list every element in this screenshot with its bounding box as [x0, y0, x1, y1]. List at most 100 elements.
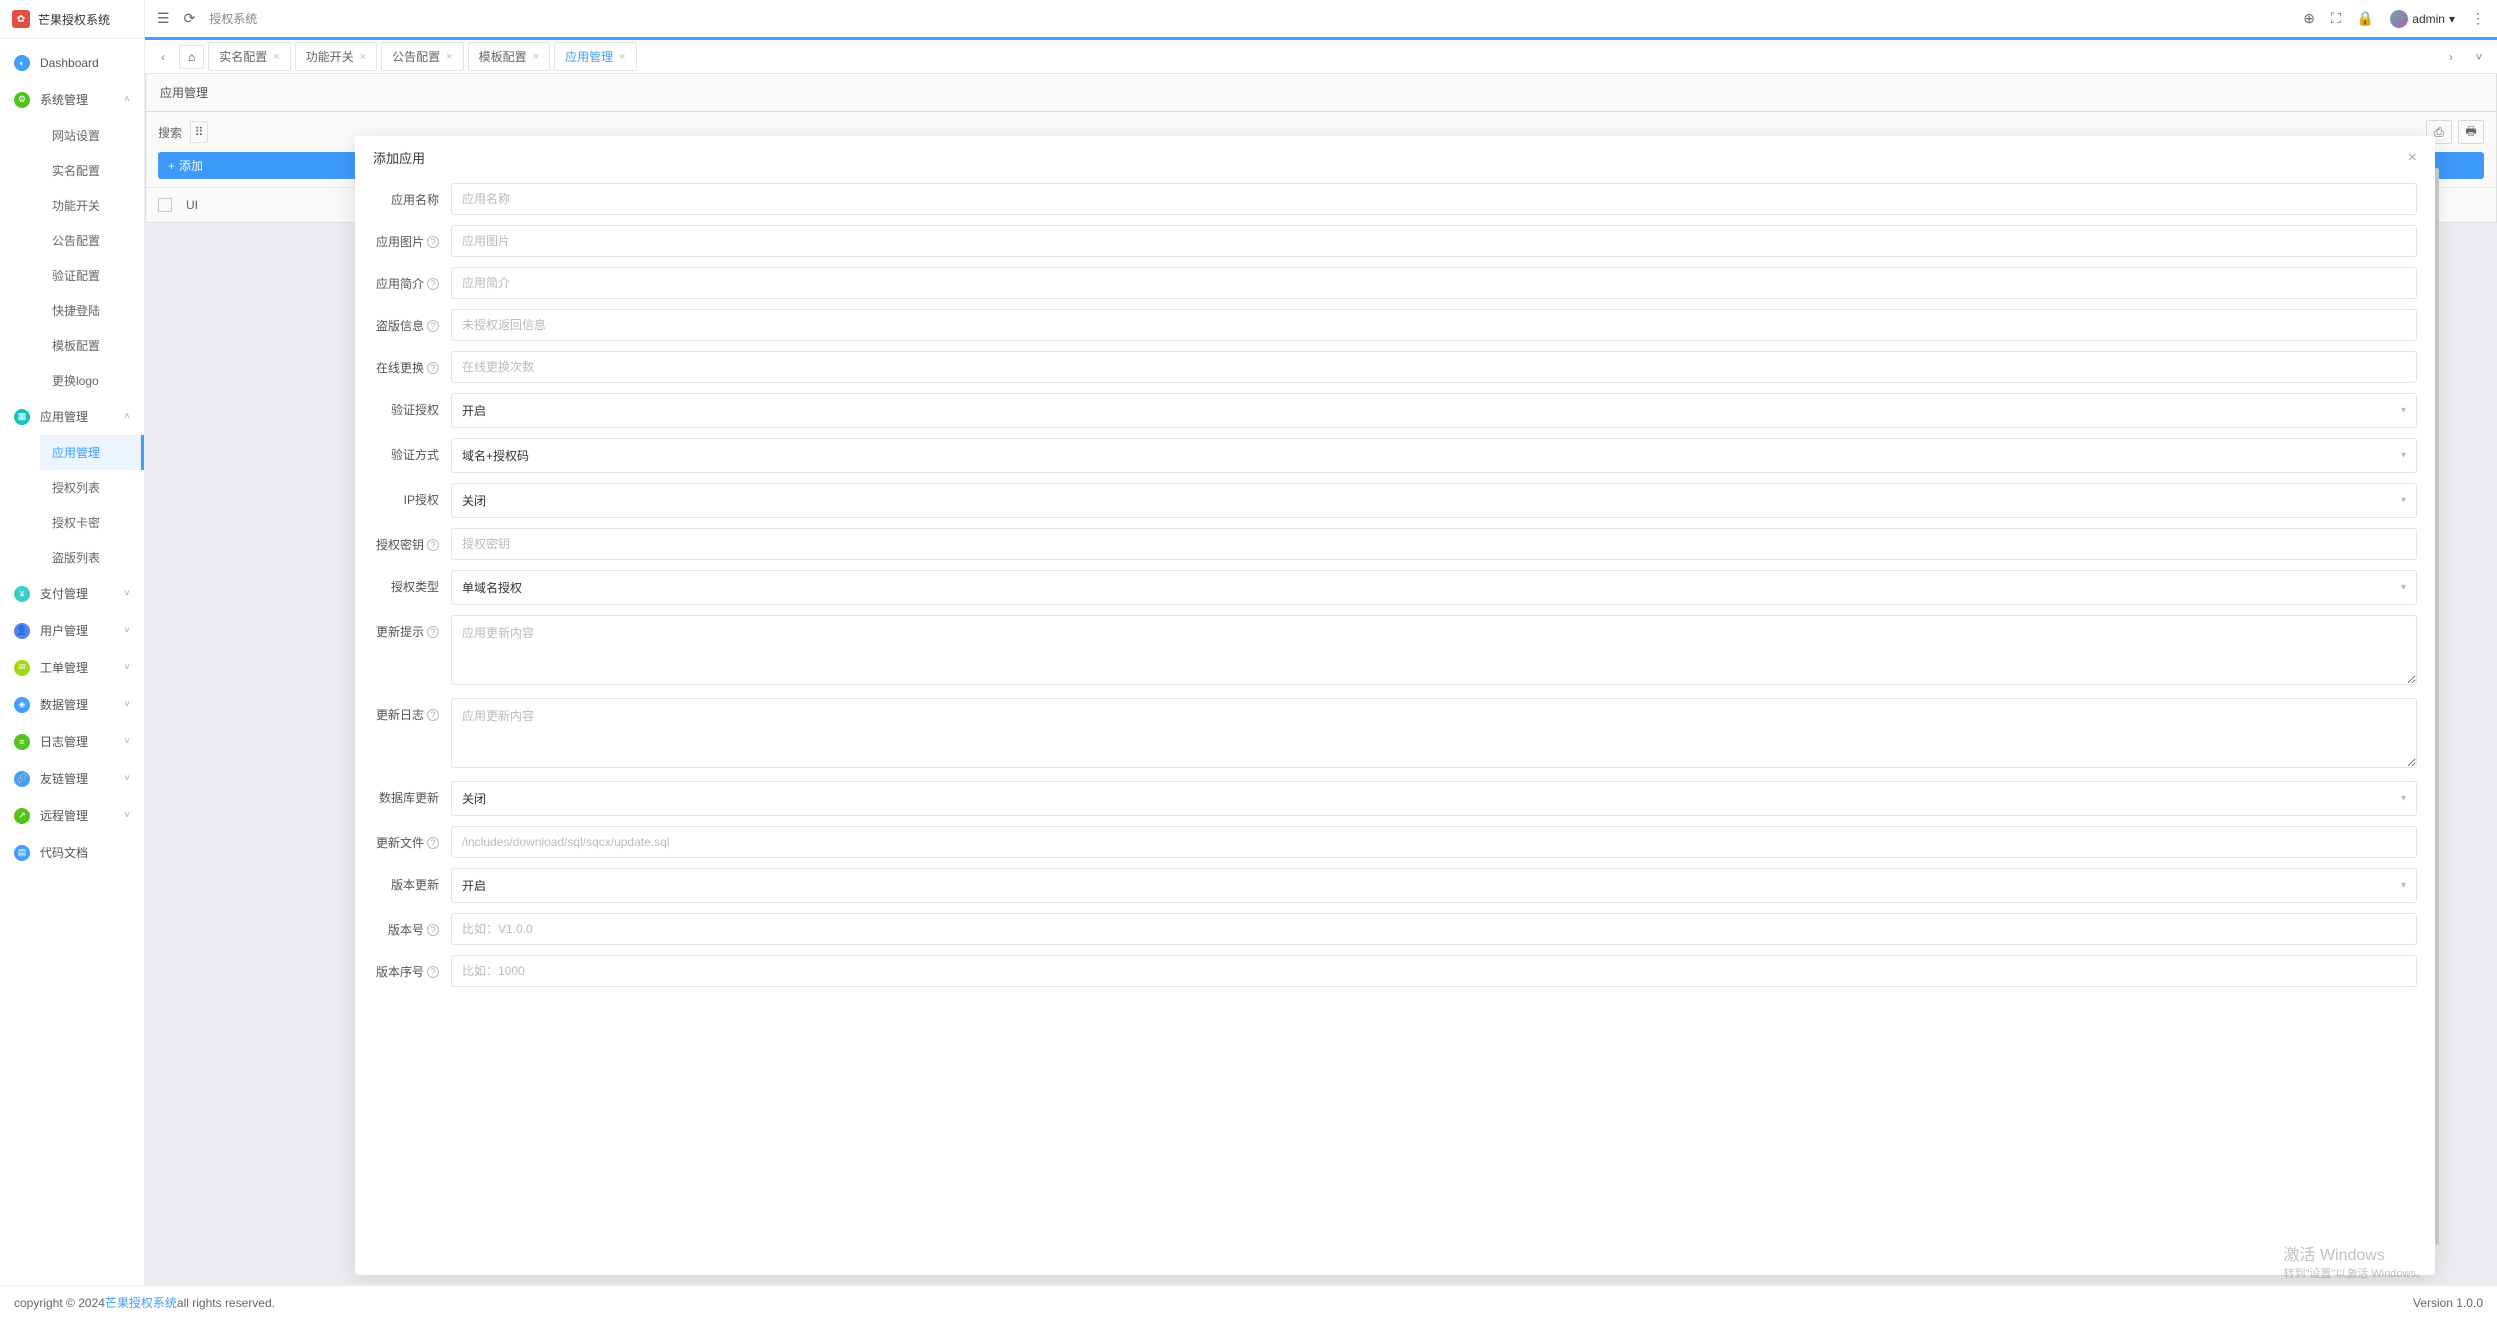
nav-realname[interactable]: 实名配置 [40, 153, 144, 188]
nav-piracy-list[interactable]: 盗版列表 [40, 540, 144, 575]
tab-realname[interactable]: 实名配置× [208, 42, 290, 71]
nav-system[interactable]: ⚙ 系统管理 ˄ [0, 81, 144, 118]
ver-update-select[interactable]: 开启▾ [451, 868, 2417, 903]
db-update-select[interactable]: 关闭▾ [451, 781, 2417, 816]
piracy-input[interactable] [451, 309, 2417, 341]
app-img-input[interactable] [451, 225, 2417, 257]
help-icon[interactable]: ? [427, 236, 439, 248]
auth-type-select[interactable]: 单域名授权▾ [451, 570, 2417, 605]
nav-license-card[interactable]: 授权卡密 [40, 505, 144, 540]
nav-verify-config[interactable]: 验证配置 [40, 258, 144, 293]
tabs-bar: ‹ ⌂ 实名配置× 功能开关× 公告配置× 模板配置× 应用管理× › ˅ [145, 40, 2497, 74]
tabs-next[interactable]: › [2439, 45, 2463, 69]
nav-app-manage[interactable]: 应用管理 [40, 435, 144, 470]
close-icon[interactable]: × [360, 51, 366, 63]
nav-docs[interactable]: ▤代码文档 [0, 834, 144, 871]
update-tip-textarea[interactable] [451, 615, 2417, 685]
nav-feature-switch[interactable]: 功能开关 [40, 188, 144, 223]
page-body: 应用管理 搜索 ⠿ ⎙ 🖶 +添加 UI [145, 74, 2497, 1285]
tabs-prev[interactable]: ‹ [151, 45, 175, 69]
fullscreen-icon[interactable]: ⛶ [2331, 10, 2341, 27]
help-icon[interactable]: ? [427, 924, 439, 936]
logo: ✿ 芒果授权系统 [0, 0, 144, 39]
nav-pay[interactable]: ¥支付管理˅ [0, 575, 144, 612]
refresh-icon[interactable]: ⟳ [184, 10, 196, 27]
help-icon[interactable]: ? [427, 966, 439, 978]
app-title: 芒果授权系统 [38, 11, 110, 28]
nav-license-list[interactable]: 授权列表 [40, 470, 144, 505]
chevron-down-icon: ˅ [124, 699, 130, 710]
globe-icon[interactable]: ⊕ [2303, 10, 2315, 27]
verify-mode-select[interactable]: 域名+授权码▾ [451, 438, 2417, 473]
help-icon[interactable]: ? [427, 709, 439, 721]
help-icon[interactable]: ? [427, 626, 439, 638]
online-swap-input[interactable] [451, 351, 2417, 383]
logo-icon: ✿ [12, 10, 30, 28]
chevron-up-icon: ˄ [124, 94, 130, 105]
update-log-textarea[interactable] [451, 698, 2417, 768]
auth-key-input[interactable] [451, 528, 2417, 560]
close-icon[interactable]: × [619, 51, 625, 63]
footer-link[interactable]: 芒果授权系统 [105, 1294, 177, 1311]
log-icon: ≡ [14, 734, 30, 750]
close-icon[interactable]: × [446, 51, 452, 63]
verify-auth-select[interactable]: 开启▾ [451, 393, 2417, 428]
nav-ticket[interactable]: ✉工单管理˅ [0, 649, 144, 686]
tabs-menu[interactable]: ˅ [2467, 45, 2491, 69]
tab-template[interactable]: 模板配置× [468, 42, 550, 71]
link-icon: 🔗 [14, 771, 30, 787]
doc-icon: ▤ [14, 845, 30, 861]
close-icon[interactable]: × [533, 51, 539, 63]
nav-user[interactable]: 👤用户管理˅ [0, 612, 144, 649]
remote-icon: ↗ [14, 808, 30, 824]
nav-logo[interactable]: 更换logo [40, 363, 144, 398]
close-icon[interactable]: × [273, 51, 279, 63]
gear-icon: ⚙ [14, 92, 30, 108]
help-icon[interactable]: ? [427, 539, 439, 551]
user-menu[interactable]: admin ▾ [2390, 10, 2455, 28]
avatar [2390, 10, 2408, 28]
ver-no-input[interactable] [451, 913, 2417, 945]
more-icon[interactable]: ⋮ [2471, 10, 2485, 27]
help-icon[interactable]: ? [427, 362, 439, 374]
tab-notice[interactable]: 公告配置× [381, 42, 463, 71]
ticket-icon: ✉ [14, 660, 30, 676]
nav-site-settings[interactable]: 网站设置 [40, 118, 144, 153]
nav-template[interactable]: 模板配置 [40, 328, 144, 363]
help-icon[interactable]: ? [427, 320, 439, 332]
nav-links[interactable]: 🔗友链管理˅ [0, 760, 144, 797]
chevron-up-icon: ˄ [124, 411, 130, 422]
modal-add-app: 添加应用 × 应用名称 应用图片? 应用简介? 盗版信息? 在线更换? 验证授权… [355, 136, 2435, 1275]
nav-remote[interactable]: ↗远程管理˅ [0, 797, 144, 834]
breadcrumb: 授权系统 [209, 10, 257, 27]
nav: ◐ Dashboard ⚙ 系统管理 ˄ 网站设置 实名配置 功能开关 公告配置… [0, 39, 144, 1285]
version: Version 1.0.0 [2413, 1296, 2483, 1310]
caret-down-icon: ▾ [2401, 880, 2406, 891]
sidebar: ✿ 芒果授权系统 ◐ Dashboard ⚙ 系统管理 ˄ 网站设置 实名配置 … [0, 0, 145, 1285]
tab-feature[interactable]: 功能开关× [295, 42, 377, 71]
tab-app-manage[interactable]: 应用管理× [554, 42, 636, 71]
lock-icon[interactable]: 🔒 [2357, 10, 2374, 27]
topbar: ☰ ⟳ 授权系统 ⊕ ⛶ 🔒 admin ▾ ⋮ [145, 0, 2497, 40]
caret-down-icon: ▾ [2401, 405, 2406, 416]
tab-home[interactable]: ⌂ [179, 45, 204, 69]
nav-log[interactable]: ≡日志管理˅ [0, 723, 144, 760]
help-icon[interactable]: ? [427, 278, 439, 290]
nav-quick-login[interactable]: 快捷登陆 [40, 293, 144, 328]
ver-seq-input[interactable] [451, 955, 2417, 987]
scrollbar[interactable] [2435, 168, 2439, 1245]
nav-dashboard[interactable]: ◐ Dashboard [0, 45, 144, 81]
close-icon[interactable]: × [2408, 149, 2417, 167]
nav-data[interactable]: ◈数据管理˅ [0, 686, 144, 723]
nav-notice[interactable]: 公告配置 [40, 223, 144, 258]
help-icon[interactable]: ? [427, 837, 439, 849]
app-name-input[interactable] [451, 183, 2417, 215]
chevron-down-icon: ˅ [124, 773, 130, 784]
ip-auth-select[interactable]: 关闭▾ [451, 483, 2417, 518]
modal-title: 添加应用 [373, 148, 425, 167]
update-file-input[interactable] [451, 826, 2417, 858]
app-intro-input[interactable] [451, 267, 2417, 299]
collapse-icon[interactable]: ☰ [157, 10, 170, 27]
nav-app[interactable]: ▦ 应用管理 ˄ [0, 398, 144, 435]
caret-down-icon: ▾ [2401, 495, 2406, 506]
